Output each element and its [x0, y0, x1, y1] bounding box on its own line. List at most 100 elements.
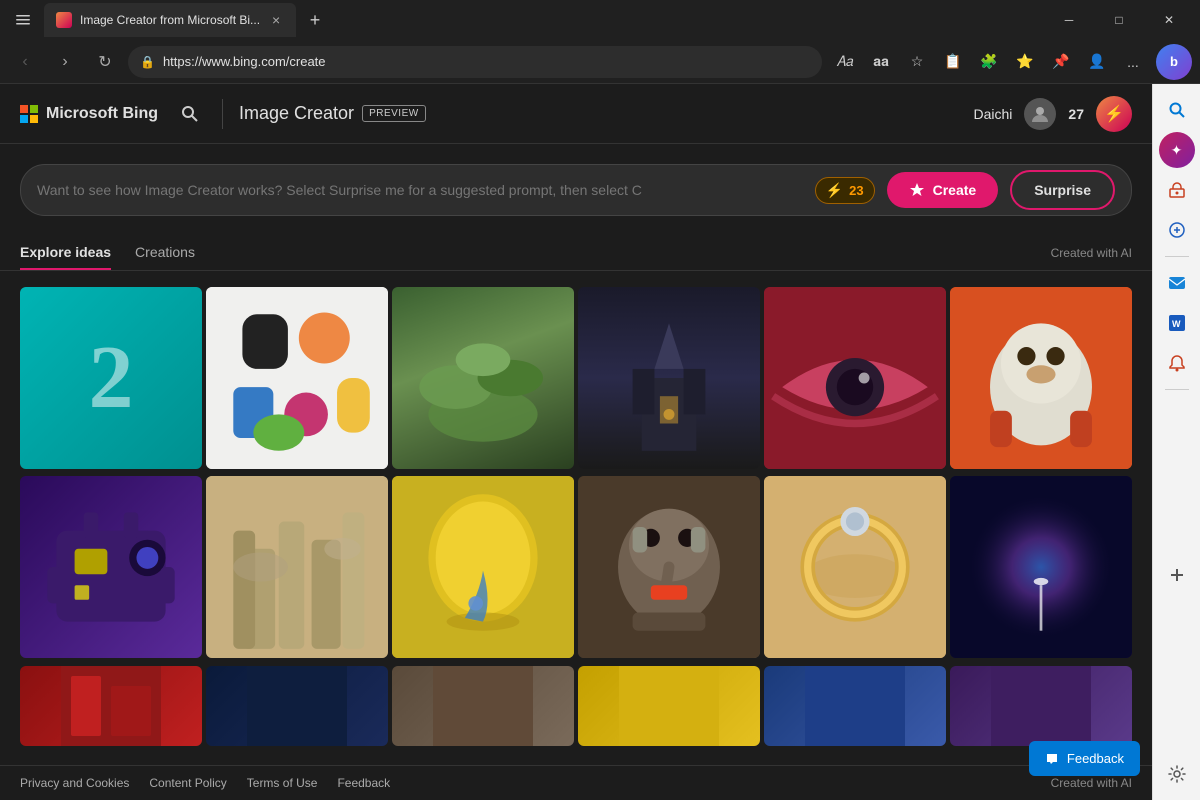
- header-divider: [222, 99, 223, 129]
- boost-indicator: ⚡ 23: [815, 177, 875, 204]
- prompt-input[interactable]: [37, 182, 803, 198]
- collections-btn[interactable]: 📋: [936, 45, 970, 79]
- grid-image-partial-6[interactable]: [950, 666, 1132, 746]
- footer-created-label: Created with AI: [1051, 776, 1132, 790]
- sidebar-settings-icon[interactable]: [1159, 756, 1195, 792]
- image-creator-text: Image Creator: [239, 103, 354, 124]
- grid-image-dog-astronaut[interactable]: [950, 287, 1132, 469]
- profile-btn[interactable]: 👤: [1080, 45, 1114, 79]
- main-area: Microsoft Bing Image Creator PREVIEW Dai…: [0, 84, 1200, 800]
- reader-view-btn[interactable]: 𝐚𝐚: [864, 45, 898, 79]
- tab-creations[interactable]: Creations: [135, 236, 195, 270]
- window-controls: ─ □ ✕: [1046, 5, 1192, 35]
- favorites-btn[interactable]: ⭐: [1008, 45, 1042, 79]
- feedback-float-button[interactable]: Feedback: [1029, 741, 1140, 776]
- grid-image-red-partial[interactable]: [20, 666, 202, 746]
- new-tab-button[interactable]: +: [300, 5, 330, 35]
- back-btn[interactable]: ‹: [8, 45, 42, 79]
- pin-btn[interactable]: 📌: [1044, 45, 1078, 79]
- page-footer: Privacy and Cookies Content Policy Terms…: [0, 765, 1152, 800]
- boost-icon-btn[interactable]: ⚡: [1096, 96, 1132, 132]
- user-name: Daichi: [974, 106, 1013, 122]
- active-tab[interactable]: Image Creator from Microsoft Bi... ×: [44, 3, 296, 37]
- grid-image-eye[interactable]: [764, 287, 946, 469]
- bing-copilot-btn[interactable]: b: [1156, 44, 1192, 80]
- sidebar-toolbox-icon[interactable]: [1159, 172, 1195, 208]
- page-content: Microsoft Bing Image Creator PREVIEW Dai…: [0, 84, 1152, 800]
- grid-image-city[interactable]: [206, 476, 388, 658]
- grid-image-shapes[interactable]: [206, 287, 388, 469]
- address-text: https://www.bing.com/create: [163, 54, 810, 69]
- tab-favicon: [56, 12, 72, 28]
- nav-bar: ‹ › ↻ 🔒 https://www.bing.com/create 𝐴𝑎 𝐚…: [0, 40, 1200, 84]
- grid-image-yellow-partial[interactable]: [578, 666, 760, 746]
- sidebar-copilot-icon[interactable]: ✦: [1159, 132, 1195, 168]
- sidebar-labs-icon[interactable]: [1159, 212, 1195, 248]
- ms-sq-1: [20, 105, 28, 113]
- sidebar-word-icon[interactable]: W: [1159, 305, 1195, 341]
- forward-btn[interactable]: ›: [48, 45, 82, 79]
- grid-image-night-partial[interactable]: [206, 666, 388, 746]
- read-aloud-btn[interactable]: 𝐴𝑎: [828, 45, 862, 79]
- grid-image-robot[interactable]: [20, 476, 202, 658]
- grid-image-space[interactable]: [950, 476, 1132, 658]
- nav-actions: 𝐴𝑎 𝐚𝐚 ☆ 📋 🧩 ⭐ 📌 👤 ...: [828, 45, 1150, 79]
- sidebar-divider-2: [1165, 389, 1189, 390]
- user-avatar[interactable]: [1024, 98, 1056, 130]
- extensions-btn[interactable]: 🧩: [972, 45, 1006, 79]
- grid-image-lemon[interactable]: [392, 476, 574, 658]
- refresh-btn[interactable]: ↻: [88, 45, 122, 79]
- preview-badge: PREVIEW: [362, 105, 426, 122]
- favorites-add-btn[interactable]: ☆: [900, 45, 934, 79]
- sidebar-search-icon[interactable]: [1159, 92, 1195, 128]
- prompt-area: ⚡ 23 Create Surprise: [0, 144, 1152, 226]
- tab-close-btn[interactable]: ×: [268, 12, 284, 28]
- page-header: Microsoft Bing Image Creator PREVIEW Dai…: [0, 84, 1152, 144]
- address-bar[interactable]: 🔒 https://www.bing.com/create: [128, 46, 822, 78]
- create-button[interactable]: Create: [887, 172, 999, 208]
- sidebar-toggle[interactable]: [8, 5, 38, 35]
- maximize-btn[interactable]: □: [1096, 5, 1142, 35]
- grid-image-elephant[interactable]: [578, 476, 760, 658]
- title-bar: Image Creator from Microsoft Bi... × + ─…: [0, 0, 1200, 40]
- boost-number: 23: [849, 183, 863, 198]
- grid-image-teal-2[interactable]: 2: [20, 287, 202, 469]
- privacy-link[interactable]: Privacy and Cookies: [20, 776, 129, 790]
- minimize-btn[interactable]: ─: [1046, 5, 1092, 35]
- header-right: Daichi 27 ⚡: [974, 96, 1132, 132]
- search-btn[interactable]: [174, 98, 206, 130]
- tabs-row: Explore ideas Creations Created with AI: [0, 226, 1152, 271]
- ms-sq-2: [30, 105, 38, 113]
- create-label: Create: [933, 182, 977, 198]
- image-creator-title: Image Creator PREVIEW: [239, 103, 426, 124]
- surprise-button[interactable]: Surprise: [1010, 170, 1115, 210]
- boost-count: 27: [1068, 106, 1084, 122]
- ms-sq-4: [30, 115, 38, 123]
- sidebar-add-icon[interactable]: [1159, 557, 1195, 593]
- sidebar-outlook-icon[interactable]: [1159, 265, 1195, 301]
- created-with-ai-label: Created with AI: [1051, 246, 1132, 260]
- tab-explore[interactable]: Explore ideas: [20, 236, 111, 270]
- grid-image-castle[interactable]: [578, 287, 760, 469]
- right-sidebar: ✦ W: [1152, 84, 1200, 800]
- terms-link[interactable]: Terms of Use: [247, 776, 318, 790]
- close-btn[interactable]: ✕: [1146, 5, 1192, 35]
- grid-image-blue-partial[interactable]: [764, 666, 946, 746]
- sidebar-notification-icon[interactable]: [1159, 345, 1195, 381]
- grid-image-ring[interactable]: [764, 476, 946, 658]
- more-btn[interactable]: ...: [1116, 45, 1150, 79]
- lock-icon: 🔒: [140, 55, 155, 69]
- ms-bing-logo[interactable]: Microsoft Bing: [20, 105, 158, 123]
- boost-lightning-icon: ⚡: [826, 182, 843, 199]
- sidebar-divider-1: [1165, 256, 1189, 257]
- feedback-float-label: Feedback: [1067, 751, 1124, 766]
- grid-image-person-partial[interactable]: [392, 666, 574, 746]
- grid-image-succulents[interactable]: [392, 287, 574, 469]
- surprise-label: Surprise: [1034, 182, 1091, 198]
- tab-title: Image Creator from Microsoft Bi...: [80, 13, 260, 27]
- microsoft-icon: [20, 105, 38, 123]
- feedback-link[interactable]: Feedback: [337, 776, 390, 790]
- svg-text:W: W: [1172, 319, 1181, 329]
- prompt-bar: ⚡ 23 Create Surprise: [20, 164, 1132, 216]
- content-policy-link[interactable]: Content Policy: [149, 776, 226, 790]
